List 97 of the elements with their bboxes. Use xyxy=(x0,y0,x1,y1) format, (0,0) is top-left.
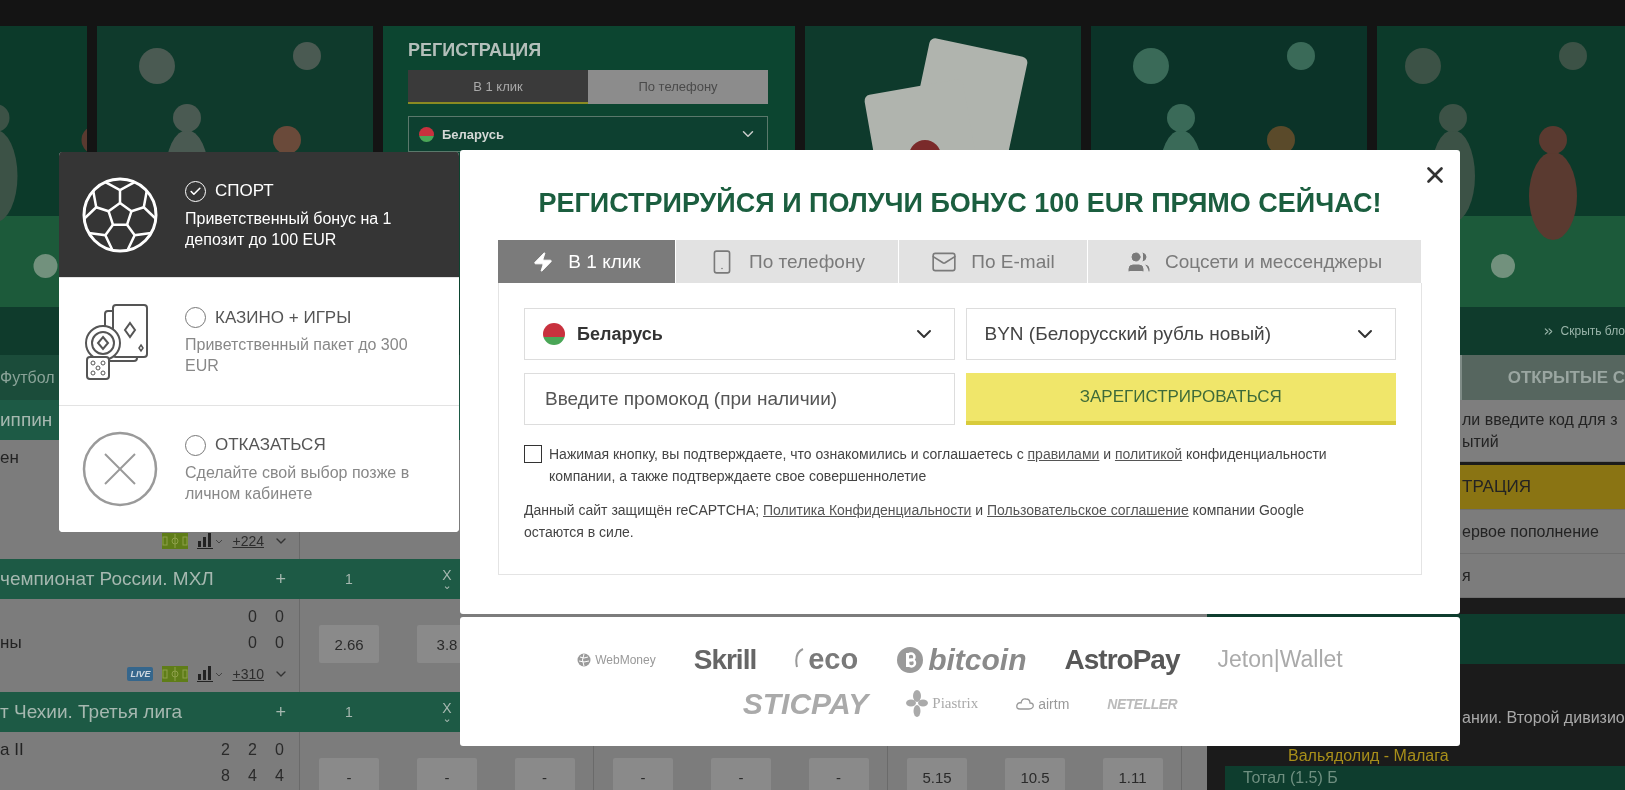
payment-logo: airtm xyxy=(1038,695,1070,712)
caret-icon[interactable]: ⌄ xyxy=(442,715,452,723)
column-label: 1 xyxy=(345,705,353,719)
odds-button[interactable]: - xyxy=(417,758,477,790)
coin-icon xyxy=(896,645,925,674)
more-markets-link[interactable]: +310 xyxy=(232,666,264,682)
option-description: Приветственный бонус на 1 депозит до 100 EUR xyxy=(185,208,393,250)
column-label: X xyxy=(442,568,452,582)
score: 2 xyxy=(220,741,231,759)
sport-tab[interactable]: Футбол xyxy=(0,368,55,387)
odds-button[interactable]: - xyxy=(711,758,771,790)
flower-icon xyxy=(906,689,929,718)
team-name: а II xyxy=(0,740,24,760)
country-select[interactable]: Беларусь xyxy=(524,308,955,360)
odds-button[interactable]: - xyxy=(514,758,575,790)
flag-icon xyxy=(543,323,565,345)
option-title: СПОРТ xyxy=(215,181,274,201)
option-title: ОТКАЗАТЬСЯ xyxy=(215,435,326,455)
score: 4 xyxy=(274,767,285,785)
tab[interactable]: Соцсети и мессенджеры xyxy=(1088,240,1421,283)
team-name: ны xyxy=(0,633,22,653)
globe-icon xyxy=(577,652,592,667)
score: 2 xyxy=(247,741,258,759)
payment-logo: WebMoney xyxy=(595,652,656,667)
dialog-title: РЕГИСТРИРУЙСЯ И ПОЛУЧИ БОНУС 100 EUR ПРЯМО СЕЙЧАС! xyxy=(537,186,1383,220)
payment-logo: AstroPay xyxy=(1064,643,1180,676)
bar-chart-icon xyxy=(197,666,224,682)
lightning-icon xyxy=(532,250,555,273)
league-name: ании. Второй дивизио xyxy=(1461,708,1625,728)
score: 0 xyxy=(247,608,258,626)
bonus-option[interactable]: ОТКАЗАТЬСЯ Сделайте свой выбор позже в личном кабинете xyxy=(59,405,459,532)
column-label: X xyxy=(442,701,452,715)
score: 0 xyxy=(274,741,285,759)
cross-circle-icon xyxy=(81,430,159,508)
score: 8 xyxy=(220,767,231,785)
option-title: КАЗИНО + ИГРЫ xyxy=(215,307,352,328)
soccer-ball-icon xyxy=(81,176,159,254)
register-button[interactable]: ЗАРЕГИСТРИРОВАТЬСЯ xyxy=(965,373,1396,425)
league-title: иппин xyxy=(0,409,53,431)
score: 4 xyxy=(247,767,258,785)
league-title: чемпионат России. МХЛ xyxy=(0,568,214,590)
rules-link[interactable]: правилами xyxy=(1027,446,1100,462)
tab[interactable]: В 1 клик xyxy=(408,70,588,104)
option-description: Сделайте свой выбор позже в личном кабинете xyxy=(185,462,411,504)
live-badge: LIVE xyxy=(127,667,154,681)
caret-icon[interactable]: ⌄ xyxy=(442,582,452,590)
add-icon[interactable]: + xyxy=(275,701,286,723)
recaptcha-notice: Данный сайт защищён reCAPTCHA; Политика Конфиденциальности и Пользовательское соглашение компании Google остаются в силе. xyxy=(524,502,1305,540)
odds-button[interactable]: - xyxy=(808,758,869,790)
flag-icon xyxy=(419,126,434,142)
odds-button[interactable]: 5.15 xyxy=(907,758,967,790)
currency-select[interactable]: BYN (Белорусский рубль новый) xyxy=(965,308,1396,360)
payment-logo: Jeton|Wallet xyxy=(1217,646,1343,673)
hint-text: ли введите код для з xyxy=(1462,409,1619,430)
more-markets-link[interactable]: +224 xyxy=(232,533,264,549)
column-label: 1 xyxy=(345,572,353,586)
registration-heading: РЕГИСТРАЦИЯ xyxy=(408,39,543,62)
tab[interactable]: По E-mail xyxy=(899,240,1087,283)
field-icon xyxy=(162,666,189,682)
rules-link[interactable]: Политика Конфиденциальности xyxy=(763,502,972,518)
consent-text: Нажимая кнопку, вы подтверждаете, что ознакомились и соглашаетесь с правилами и политикой конфиденциальности компании, а также подтверждаете свое совершеннолетие xyxy=(549,445,1328,486)
team-name: ен xyxy=(0,448,19,468)
country-select[interactable]: Беларусь xyxy=(408,116,768,152)
payment-logo: Skrill xyxy=(693,643,757,676)
tab[interactable]: По телефону xyxy=(588,70,768,104)
hint-text: ытий xyxy=(1462,431,1500,452)
registration-button[interactable]: ТРАЦИЯ xyxy=(1462,476,1625,498)
hide-block-link[interactable]: Скрыть бло xyxy=(1560,320,1625,342)
tab[interactable]: По телефону xyxy=(676,240,898,283)
odds-button[interactable]: - xyxy=(613,758,673,790)
league-title: т Чехии. Третья лига xyxy=(0,701,183,723)
people-icon xyxy=(1126,249,1151,274)
payment-logo: eco xyxy=(808,643,859,676)
odds-button[interactable]: - xyxy=(319,758,379,790)
payment-logo: bitcoin xyxy=(928,642,1027,677)
score: 0 xyxy=(274,634,285,652)
score: 0 xyxy=(247,634,258,652)
payment-logo: Piastrix xyxy=(932,695,979,712)
odds-button[interactable]: 10.5 xyxy=(1005,758,1065,790)
odds-button[interactable]: 2.66 xyxy=(319,625,379,663)
add-icon[interactable]: + xyxy=(275,568,286,590)
bar-chart-icon xyxy=(197,533,224,549)
field-icon xyxy=(162,533,189,549)
policy-link[interactable]: Пользовательское соглашение xyxy=(987,502,1189,518)
checkbox[interactable] xyxy=(524,445,542,463)
match-name: Вальядолид - Малага xyxy=(1287,746,1450,766)
bonus-option[interactable]: СПОРТ Приветственный бонус на 1 депозит до 100 EUR xyxy=(59,152,459,277)
option-description: Приветственный пакет до 300 EUR xyxy=(185,335,409,376)
payment-logo: NETELLER xyxy=(1107,695,1178,712)
promo-code-field[interactable]: Введите промокод (при наличии) xyxy=(524,373,955,425)
score: 0 xyxy=(274,608,285,626)
tab[interactable]: В 1 клик xyxy=(498,240,675,283)
cloud-icon xyxy=(1016,696,1035,711)
odds-button[interactable]: 1.11 xyxy=(1102,758,1163,790)
market-name: Тотал (1.5) Б xyxy=(1243,768,1338,788)
payment-logo: STICPAY xyxy=(742,686,869,721)
policy-link[interactable]: политикой xyxy=(1114,446,1183,462)
